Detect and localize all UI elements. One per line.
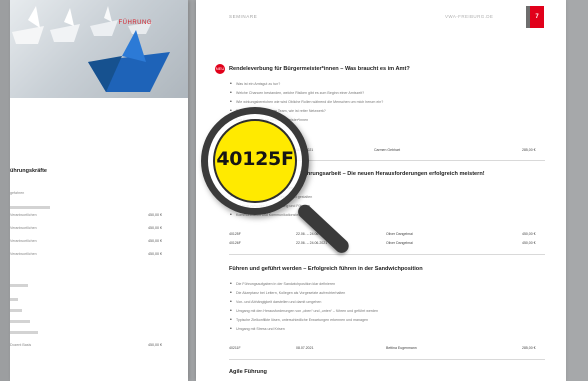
course-title: Rendeleverbung für Bürgermeister*innen –…	[229, 66, 410, 72]
left-row-price: 450,00 €	[148, 226, 162, 230]
left-row-price: 450,00 €	[148, 213, 162, 217]
left-row: Verantwortlichen	[10, 252, 37, 256]
course-bullet: Typische Zielkonflikte lösen, unterschie…	[230, 317, 368, 323]
paper-boat-sail	[28, 6, 40, 28]
left-row-price: 450,00 €	[148, 343, 162, 347]
left-row-bar	[10, 331, 38, 334]
left-section-heading: ührungskräfte	[10, 168, 47, 174]
paper-boat-white	[12, 26, 44, 44]
page-header-website: VWA-FREIBURG.DE	[445, 14, 494, 19]
hero-brand-label: FÜHRUNG	[118, 20, 152, 26]
left-row-price: 450,00 €	[148, 239, 162, 243]
course-bullet: Die Akzeptanz bei Leitern, Kollegen als …	[230, 290, 345, 296]
course-title: Agile Führung	[229, 369, 267, 375]
course-id: 40126F	[229, 241, 241, 245]
course-bullet: Welche Chancen bestanden, welche Risiken…	[230, 90, 364, 96]
page-number-badge: 7	[530, 6, 544, 28]
left-row-bar	[10, 320, 30, 323]
course-price: 450,00 €	[522, 241, 536, 245]
course-id: 40211F	[229, 346, 241, 350]
left-row: Verantwortlichen	[10, 213, 37, 217]
course-price: 450,00 €	[522, 232, 536, 236]
course-bullet: Die Führungsaufgaben in der Sandwichposi…	[230, 281, 335, 287]
course-title: Führungsarbeit – Die neuen Herausforderu…	[300, 171, 485, 177]
left-page: FÜHRUNG ührungskräfte gefahren Verantwor…	[10, 0, 188, 381]
course-title: Führen und geführt werden – Erfolgreich …	[229, 266, 423, 272]
course-bullet: Was ist ein Amtsgut zu tun?	[230, 81, 280, 87]
course-lecturer: Carmen Gebhart	[374, 148, 401, 152]
course-code-highlight: 40125F	[216, 148, 294, 170]
course-date: 08.07.2021	[296, 346, 314, 350]
paper-boat-white	[90, 20, 118, 36]
left-row-price: 450,00 €	[148, 252, 162, 256]
paper-boat-sail	[64, 8, 74, 26]
left-row: Verantwortlichen	[10, 226, 37, 230]
course-lecturer: Bettina Eugenmann	[386, 346, 417, 350]
course-id: 40125F	[229, 232, 241, 236]
left-row-bar	[10, 309, 22, 312]
course-divider	[229, 254, 545, 255]
paper-boats-illustration	[12, 6, 170, 92]
course-lecturer: Oliver Dangelmai	[386, 241, 413, 245]
course-lecturer: Oliver Dangelmai	[386, 232, 413, 236]
course-bullet: Von- und Abhängigkeit darstellen und dam…	[230, 299, 321, 305]
course-price: 285,00 €	[522, 346, 536, 350]
paper-boat-sail	[104, 6, 112, 22]
paper-boat-blue-sail	[122, 30, 146, 62]
course-bullet: Umgang mit Stress und Krisen	[230, 326, 285, 332]
course-date: 22.06. – 24.06.2021	[296, 241, 328, 245]
course-price: 285,00 €	[522, 148, 536, 152]
left-row-bar	[10, 298, 18, 301]
hero-image-paper-boats: FÜHRUNG	[10, 0, 188, 98]
page-header-section: SEMINARE	[229, 14, 258, 19]
left-row: Dozent Basis	[10, 343, 32, 347]
paper-boat-white	[50, 24, 80, 42]
brochure-spread: FÜHRUNG ührungskräfte gefahren Verantwor…	[0, 0, 588, 381]
left-row-bar	[10, 206, 50, 209]
course-bullet: Umgang mit den Herausforderungen von „ob…	[230, 308, 378, 314]
course-bullet: Wie wirkungsbereichen wie wird Obliche R…	[230, 99, 383, 105]
left-row: gefahren	[10, 191, 25, 195]
left-row-bar	[10, 284, 28, 287]
left-row: Verantwortlichen	[10, 239, 37, 243]
course-divider	[229, 359, 545, 360]
new-badge-icon: NEU	[215, 64, 225, 74]
